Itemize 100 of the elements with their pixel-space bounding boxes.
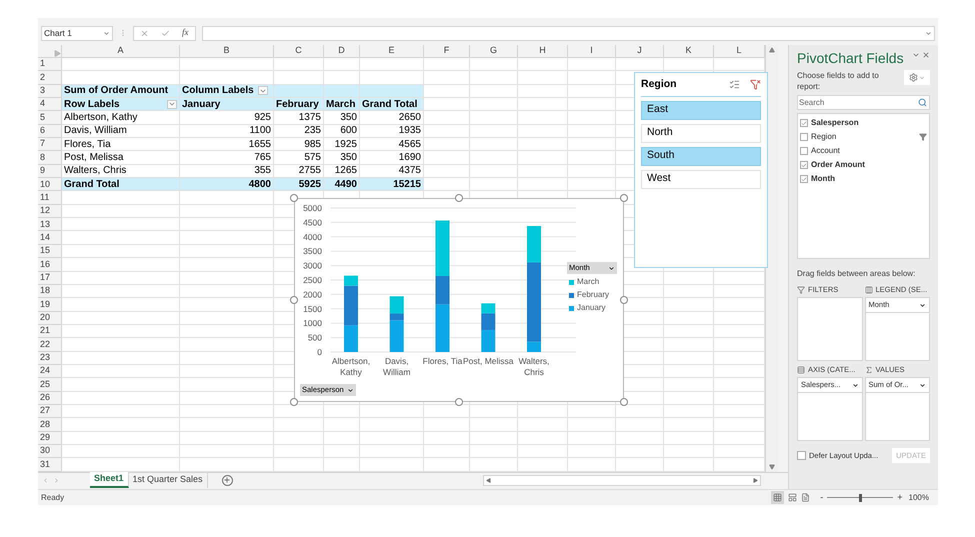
slicer-item[interactable]: East [641,100,761,120]
row-header[interactable]: 1 [38,58,62,72]
table-cell [470,164,518,178]
normal-view-button[interactable] [771,491,784,504]
horizontal-scrollbar[interactable] [482,474,761,486]
page-break-icon[interactable] [801,493,810,502]
panel-title: PivotChart Fields [797,49,904,67]
table-cell [470,404,518,418]
corner-triangle-icon[interactable] [54,50,61,57]
enter-icon[interactable] [161,28,170,38]
field-label[interactable]: Account [811,145,927,157]
row-header[interactable]: 22 [38,338,62,352]
caret-icon[interactable] [919,302,926,308]
row-header[interactable]: 3 [38,84,62,98]
filter-dropdown-icon[interactable] [167,100,177,109]
zoom-out-button[interactable]: - [820,490,824,504]
slicer-item[interactable]: South [641,146,761,166]
zoom-level[interactable]: 100% [908,492,929,504]
zoom-in-button[interactable]: + [897,490,903,504]
field-label[interactable]: Month [811,173,927,185]
row-header[interactable]: 18 [38,284,62,298]
row-header[interactable]: 31 [38,458,62,472]
row-header[interactable]: 14 [38,231,62,245]
row-header[interactable]: 25 [38,378,62,392]
clear-filter-icon[interactable] [750,79,761,90]
row-header[interactable]: 13 [38,218,62,232]
sheet-tab[interactable]: Sheet1 [90,472,129,488]
row-header[interactable]: 30 [38,444,62,458]
table-cell [324,84,360,98]
multi-select-icon[interactable] [729,79,740,90]
row-header[interactable]: 5 [38,111,62,125]
row-header[interactable]: 16 [38,258,62,272]
row-header[interactable]: 2 [38,71,62,85]
add-sheet-icon[interactable] [222,474,233,486]
filter-dropdown-icon[interactable] [258,86,268,96]
table-cell [518,151,568,165]
table-cell [664,378,714,392]
columns-icon [864,286,872,294]
page-layout-icon[interactable] [788,493,798,502]
table-cell [664,272,714,285]
table-cell: 4565 [360,138,424,152]
field-label[interactable]: Salesperson [811,117,927,129]
row-header[interactable]: 12 [38,204,62,218]
row-header[interactable]: 11 [38,191,62,205]
table-cell [274,444,324,458]
settings-button[interactable] [904,70,930,85]
row-header[interactable]: 21 [38,324,62,338]
scroll-up-icon[interactable] [769,47,775,53]
row-header[interactable]: 7 [38,138,62,152]
row-header[interactable]: 17 [38,272,62,285]
insert-function-button[interactable]: fx [182,26,188,40]
sheet-tab[interactable]: 1st Quarter Sales [128,472,208,488]
caret-icon[interactable] [347,386,354,394]
table-cell [568,124,616,138]
field-label[interactable]: Order Amount [811,159,927,171]
row-header[interactable]: 23 [38,352,62,365]
row-header[interactable]: 8 [38,151,62,165]
caret-icon[interactable] [608,264,615,272]
row-header[interactable]: 10 [38,178,62,192]
table-cell [470,432,518,445]
row-header[interactable]: 15 [38,244,62,258]
scroll-right-icon[interactable] [752,478,758,483]
slicer-item[interactable]: North [641,124,761,143]
row-header[interactable]: 28 [38,418,62,432]
caret-icon[interactable] [919,382,926,388]
row-header[interactable]: 26 [38,392,62,405]
table-cell [424,111,470,125]
table-cell [714,284,765,298]
row-header[interactable]: 27 [38,404,62,418]
gear-icon[interactable] [909,73,918,82]
cancel-icon[interactable] [140,28,149,38]
formula-input[interactable] [202,26,935,40]
scroll-left-icon[interactable] [486,478,491,483]
checkbox[interactable] [800,147,808,155]
checkbox[interactable] [800,175,808,183]
scroll-down-icon[interactable] [769,464,775,470]
zoom-slider[interactable] [827,494,894,502]
table-cell: 4490 [324,178,360,192]
row-header[interactable]: 20 [38,312,62,325]
slider-thumb[interactable] [858,494,862,502]
axis-category-label: Albertson, Kathy [330,356,372,378]
slicer-item[interactable]: West [641,170,761,189]
checkbox[interactable] [797,451,806,460]
row-header[interactable]: 24 [38,364,62,378]
table-cell [664,312,714,325]
field-label[interactable]: Region [811,131,916,143]
row-header[interactable]: 6 [38,124,62,138]
axis-tick-label: 1000 [303,318,322,328]
checkbox[interactable] [800,161,808,169]
name-box[interactable]: Chart 1 [41,26,113,40]
table-cell [424,444,470,458]
close-icon[interactable] [922,51,930,59]
caret-icon[interactable] [852,382,858,388]
sigma-icon [864,366,872,374]
row-header[interactable]: 9 [38,164,62,178]
row-header[interactable]: 29 [38,432,62,445]
row-header[interactable]: 19 [38,298,62,312]
checkbox[interactable] [800,133,808,141]
row-header[interactable]: 4 [38,98,62,112]
checkbox[interactable] [800,119,808,127]
